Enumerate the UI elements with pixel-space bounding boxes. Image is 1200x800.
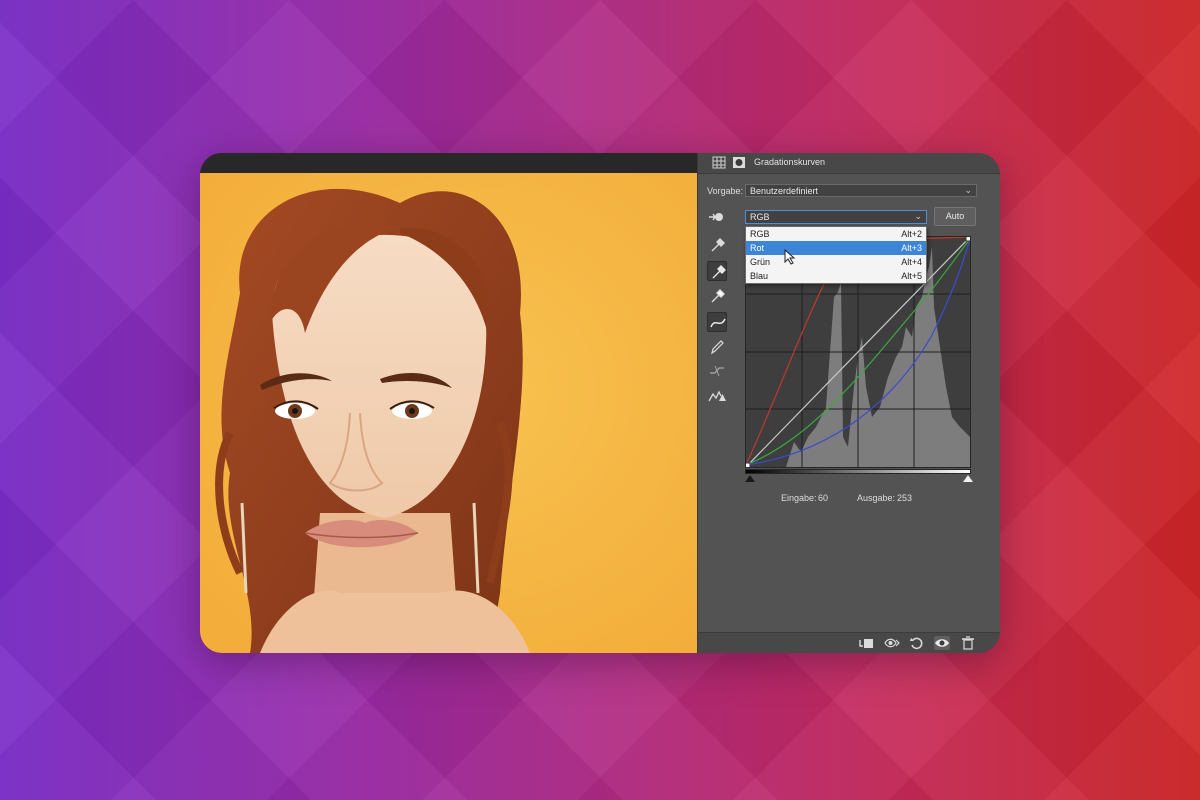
document-tab-bar xyxy=(200,153,697,173)
channel-value: RGB xyxy=(750,212,770,222)
channel-dropdown-menu: RGB Alt+2 Rot Alt+3 Grün Alt+4 Blau Alt+… xyxy=(745,226,927,284)
input-gradient-bar xyxy=(745,469,971,474)
auto-button[interactable]: Auto xyxy=(934,207,976,226)
option-label: Rot xyxy=(750,243,765,253)
preset-select[interactable]: Benutzerdefiniert ⌄ xyxy=(745,184,977,197)
smooth-curve-icon[interactable] xyxy=(707,361,727,381)
channel-option-rot[interactable]: Rot Alt+3 xyxy=(746,241,926,255)
panel-title: Gradationskurven xyxy=(754,157,826,167)
curve-point-top xyxy=(965,237,970,242)
portrait-photo xyxy=(200,173,697,653)
curve-point-bottom xyxy=(746,462,751,467)
properties-panel: Gradationskurven Vorgabe: Benutzerdefini… xyxy=(697,153,1000,653)
channel-option-gruen[interactable]: Grün Alt+4 xyxy=(746,255,926,269)
white-point-slider[interactable] xyxy=(963,475,973,482)
output-value: 253 xyxy=(897,493,913,503)
layer-mask-icon[interactable] xyxy=(732,156,746,169)
preset-value: Benutzerdefiniert xyxy=(750,186,819,196)
reset-icon[interactable] xyxy=(909,636,925,650)
panel-header: Gradationskurven xyxy=(698,153,1000,174)
adjustment-grid-icon[interactable] xyxy=(712,156,726,169)
option-label: Grün xyxy=(750,257,771,267)
on-image-adjust-icon[interactable] xyxy=(707,207,727,227)
option-label: RGB xyxy=(750,229,770,239)
black-point-eyedropper-icon[interactable] xyxy=(707,235,727,255)
chevron-down-icon: ⌄ xyxy=(964,185,972,195)
chevron-down-icon: ⌄ xyxy=(914,211,922,221)
channel-option-rgb[interactable]: RGB Alt+2 xyxy=(746,227,926,241)
mouse-pointer-icon xyxy=(784,249,796,265)
panel-bottom-bar xyxy=(698,632,1000,653)
option-shortcut: Alt+4 xyxy=(901,257,922,267)
input-value: 60 xyxy=(818,493,829,503)
white-point-eyedropper-icon[interactable] xyxy=(707,286,727,306)
option-shortcut: Alt+5 xyxy=(901,271,922,281)
document-canvas[interactable] xyxy=(200,153,697,653)
curve-point-icon[interactable] xyxy=(707,312,727,332)
view-previous-state-icon[interactable] xyxy=(884,636,900,650)
black-point-slider[interactable] xyxy=(745,475,755,482)
option-shortcut: Alt+3 xyxy=(901,243,922,253)
option-shortcut: Alt+2 xyxy=(901,229,922,239)
clip-to-layer-icon[interactable] xyxy=(858,636,874,650)
pencil-icon[interactable] xyxy=(707,337,727,357)
preset-label: Vorgabe: xyxy=(707,186,744,196)
trash-icon[interactable] xyxy=(960,636,976,650)
channel-option-blau[interactable]: Blau Alt+5 xyxy=(746,269,926,283)
clipping-warning-icon[interactable] xyxy=(707,386,727,406)
visibility-eye-icon[interactable] xyxy=(934,636,950,650)
gray-point-eyedropper-icon[interactable] xyxy=(707,261,727,281)
channel-select[interactable]: RGB ⌄ xyxy=(745,210,927,224)
output-label: Ausgabe: xyxy=(857,493,896,503)
photoshop-window: Gradationskurven Vorgabe: Benutzerdefini… xyxy=(200,153,1000,653)
input-label: Eingabe: xyxy=(781,493,817,503)
option-label: Blau xyxy=(750,271,769,281)
